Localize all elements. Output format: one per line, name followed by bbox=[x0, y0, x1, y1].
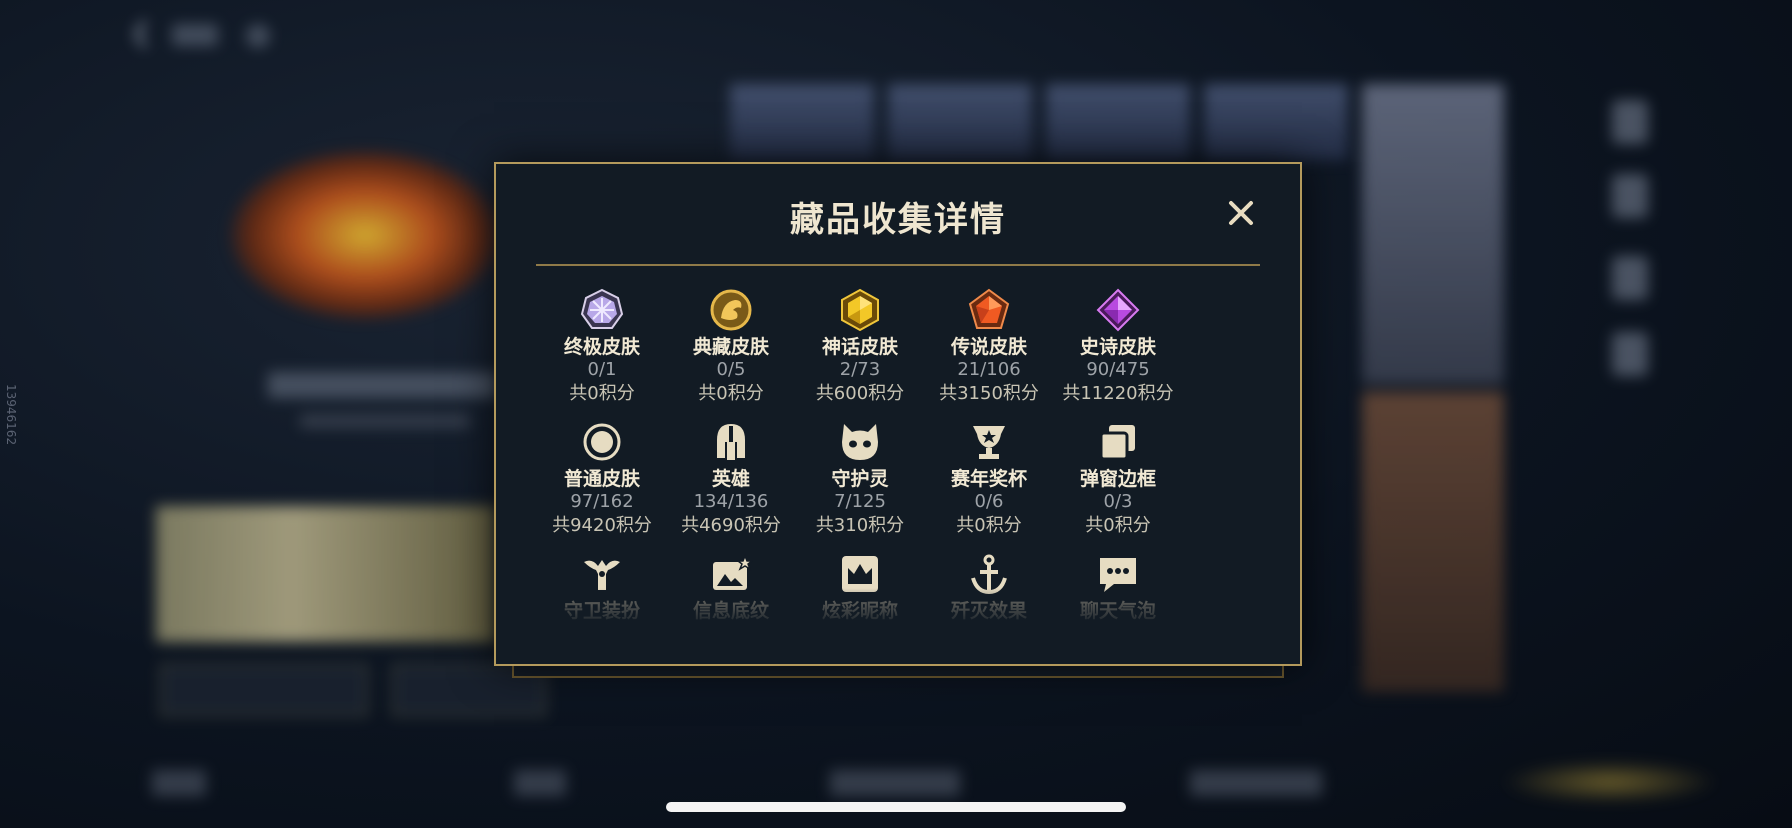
item-count: 2/73 bbox=[839, 359, 881, 380]
item-name: 终极皮肤 bbox=[563, 336, 640, 358]
collection-grid: 终极皮肤 0/1 共0积分 典藏皮肤 0/5 共0积分 神话皮肤 2/73 共6… bbox=[538, 288, 1182, 638]
item-points: 共310积分 bbox=[815, 515, 905, 536]
skin-card[interactable] bbox=[1204, 84, 1348, 160]
item-points: 共4690积分 bbox=[681, 515, 781, 536]
item-count: 0/5 bbox=[716, 359, 746, 380]
collection-item-ultimate-skin[interactable]: 终极皮肤 0/1 共0积分 bbox=[538, 288, 666, 406]
item-count: 90/475 bbox=[1086, 359, 1150, 380]
ward-skin-icon bbox=[584, 560, 620, 590]
home-indicator[interactable] bbox=[666, 802, 1126, 812]
collection-details-modal: 藏品收集详情 终极皮肤 0/1 共0积分 典藏皮肤 0/5 共0积分 神话皮肤 … bbox=[494, 162, 1302, 666]
collection-item-guardian[interactable]: 守护灵 7/125 共310积分 bbox=[796, 420, 924, 538]
item-points: 共9420积分 bbox=[552, 515, 652, 536]
epic-skin-icon bbox=[1096, 288, 1140, 332]
item-points: 共3150积分 bbox=[939, 383, 1039, 404]
item-count: 0/6 bbox=[974, 491, 1004, 512]
skin-card[interactable] bbox=[888, 84, 1032, 160]
season-trophy-icon bbox=[973, 426, 1005, 459]
item-points: 共0积分 bbox=[956, 515, 1022, 536]
item-name: 守卫装扮 bbox=[563, 600, 640, 622]
side-nav-icon[interactable] bbox=[1612, 332, 1648, 376]
item-name: 英雄 bbox=[711, 468, 750, 490]
bottom-tab-blurred[interactable] bbox=[152, 770, 206, 796]
background-icon bbox=[246, 24, 270, 48]
collection-item-epic-skin[interactable]: 史诗皮肤 90/475 共11220积分 bbox=[1054, 288, 1182, 406]
guardian-spirit-icon bbox=[842, 424, 878, 460]
item-count: 0/1 bbox=[587, 359, 617, 380]
collection-item-prestige-skin[interactable]: 典藏皮肤 0/5 共0积分 bbox=[667, 288, 795, 406]
back-label[interactable] bbox=[172, 24, 218, 46]
item-name: 赛年奖杯 bbox=[950, 468, 1027, 490]
item-name: 史诗皮肤 bbox=[1079, 336, 1156, 358]
collection-item-ace-effect[interactable]: 歼灭效果 bbox=[925, 552, 1053, 622]
item-name: 聊天气泡 bbox=[1079, 600, 1156, 622]
player-subtitle-blurred bbox=[300, 414, 470, 428]
popup-frame-icon bbox=[1099, 425, 1135, 461]
side-nav-icon[interactable] bbox=[1612, 100, 1648, 144]
item-count: 0/3 bbox=[1103, 491, 1133, 512]
standard-skin-icon bbox=[583, 423, 621, 461]
player-name-blurred bbox=[268, 372, 498, 398]
item-count: 134/136 bbox=[693, 491, 769, 512]
champion-helmet-icon bbox=[717, 424, 745, 460]
collection-item-ward-skin[interactable]: 守卫装扮 bbox=[538, 552, 666, 622]
skin-card[interactable] bbox=[730, 84, 874, 160]
item-name: 普通皮肤 bbox=[563, 468, 640, 490]
modal-title: 藏品收集详情 bbox=[790, 200, 1006, 240]
collection-item-legendary-skin[interactable]: 传说皮肤 21/106 共3150积分 bbox=[925, 288, 1053, 406]
item-points: 共0积分 bbox=[569, 383, 635, 404]
collection-item-chroma-name[interactable]: 炫彩昵称 bbox=[796, 552, 924, 622]
chat-bubble-icon bbox=[1100, 558, 1136, 592]
skin-card-tall[interactable] bbox=[1362, 392, 1504, 692]
mythic-skin-icon bbox=[841, 288, 879, 332]
collection-item-season-trophy[interactable]: 赛年奖杯 0/6 共0积分 bbox=[925, 420, 1053, 538]
profile-banner-blurred bbox=[156, 506, 496, 642]
item-name: 炫彩昵称 bbox=[821, 600, 898, 622]
item-name: 神话皮肤 bbox=[821, 336, 898, 358]
ace-effect-icon bbox=[971, 554, 1007, 595]
bottom-tab-blurred[interactable] bbox=[830, 770, 960, 796]
skin-card[interactable] bbox=[1046, 84, 1190, 160]
prestige-skin-icon bbox=[710, 289, 752, 331]
bottom-action-glow[interactable] bbox=[1500, 760, 1720, 804]
collection-item-standard-skin[interactable]: 普通皮肤 97/162 共9420积分 bbox=[538, 420, 666, 538]
close-icon bbox=[1229, 201, 1253, 225]
close-button[interactable] bbox=[1222, 194, 1260, 232]
profile-banner-icon bbox=[713, 553, 753, 590]
skin-card-tall[interactable] bbox=[1362, 84, 1504, 384]
side-nav-icon[interactable] bbox=[1612, 256, 1648, 300]
bottom-tab-blurred[interactable] bbox=[514, 770, 566, 796]
collection-item-popup-frame[interactable]: 弹窗边框 0/3 共0积分 bbox=[1054, 420, 1182, 538]
side-nav-icon[interactable] bbox=[1612, 174, 1648, 218]
item-points: 共600积分 bbox=[815, 383, 905, 404]
collection-item-mythic-skin[interactable]: 神话皮肤 2/73 共600积分 bbox=[796, 288, 924, 406]
screen: ❮ 13946162 藏品收集详情 终极皮肤 0/1 共0积分 典藏皮肤 0/5… bbox=[0, 0, 1792, 828]
item-name: 歼灭效果 bbox=[950, 600, 1027, 622]
item-name: 典藏皮肤 bbox=[692, 336, 769, 358]
item-name: 传说皮肤 bbox=[950, 336, 1027, 358]
item-count: 97/162 bbox=[570, 491, 634, 512]
collection-item-profile-banner[interactable]: 信息底纹 bbox=[667, 552, 795, 622]
item-count: 21/106 bbox=[957, 359, 1021, 380]
back-chevron-icon[interactable]: ❮ bbox=[130, 18, 152, 48]
item-name: 守护灵 bbox=[831, 468, 889, 490]
bottom-tab-blurred[interactable] bbox=[1190, 770, 1322, 796]
collection-item-champion[interactable]: 英雄 134/136 共4690积分 bbox=[667, 420, 795, 538]
side-id-text: 13946162 bbox=[4, 384, 18, 446]
legendary-skin-icon bbox=[968, 288, 1010, 329]
collection-item-chat-bubble[interactable]: 聊天气泡 bbox=[1054, 552, 1182, 622]
modal-divider bbox=[536, 264, 1260, 266]
item-points: 共0积分 bbox=[698, 383, 764, 404]
ultimate-skin-icon bbox=[580, 288, 624, 329]
item-points: 共11220积分 bbox=[1062, 383, 1174, 404]
chroma-name-icon bbox=[842, 556, 878, 592]
item-points: 共0积分 bbox=[1085, 515, 1151, 536]
item-name: 弹窗边框 bbox=[1079, 468, 1156, 490]
profile-emblem bbox=[230, 150, 500, 320]
background-button-left[interactable] bbox=[160, 664, 368, 716]
item-count: 7/125 bbox=[834, 491, 886, 512]
item-name: 信息底纹 bbox=[692, 600, 769, 622]
